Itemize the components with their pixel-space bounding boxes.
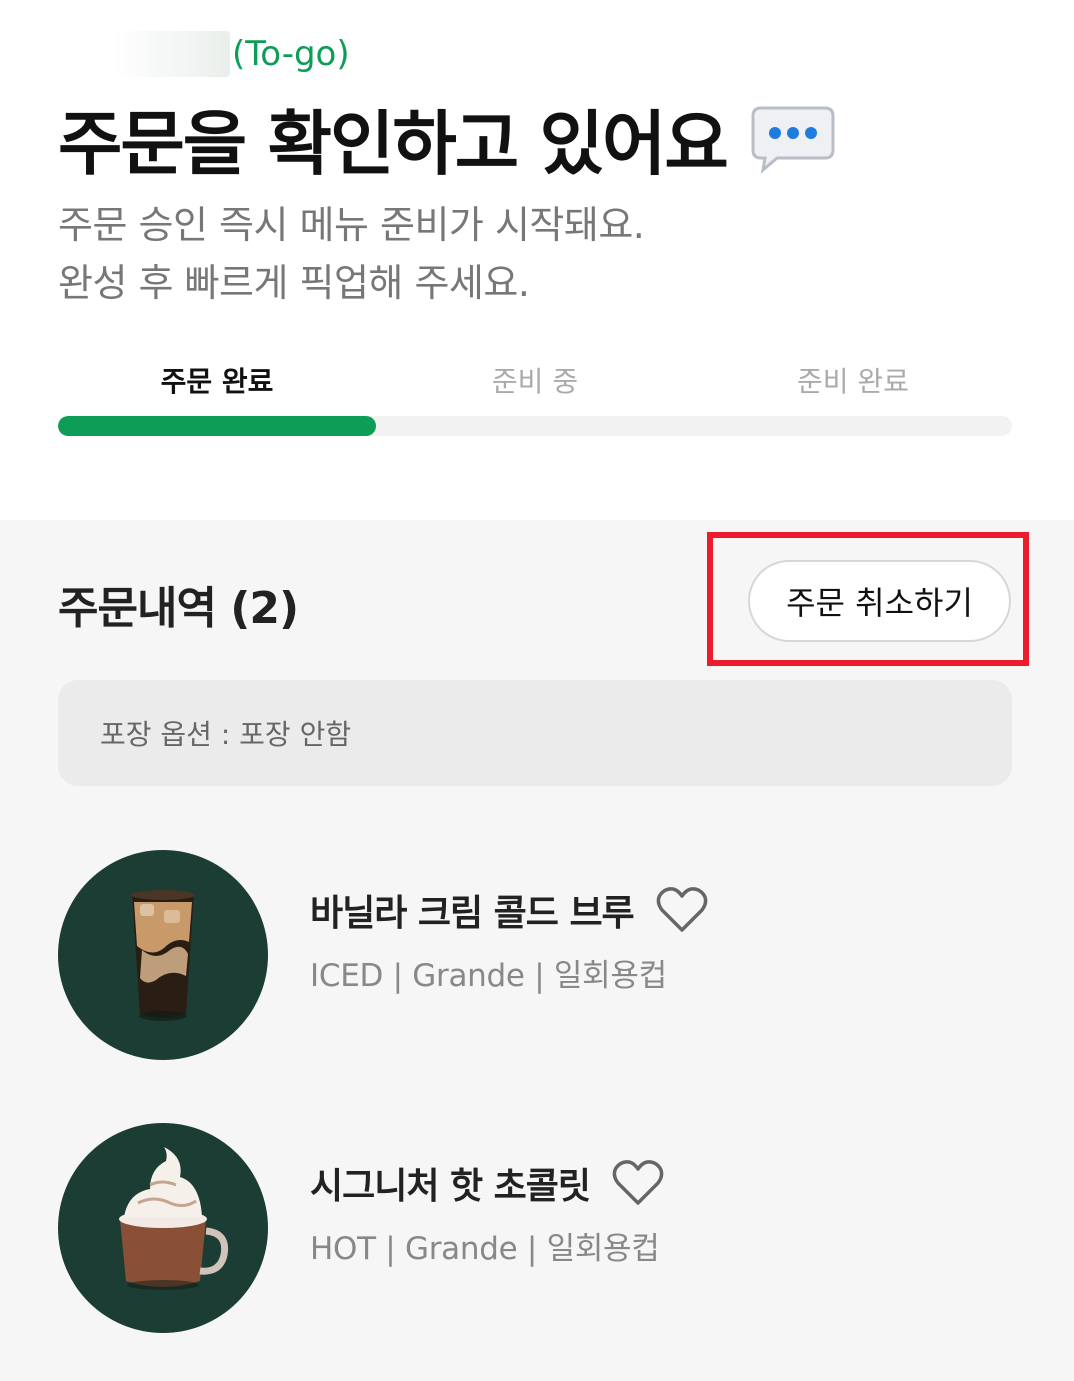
subtitle-line-1: 주문 승인 즉시 메뉴 준비가 시작돼요.	[58, 203, 645, 247]
item-name: 바닐라 크림 콜드 브루	[310, 893, 635, 934]
item-name-row: 시그니처 핫 초콜릿	[310, 1157, 664, 1209]
order-item[interactable]: 시그니처 핫 초콜릿 HOT | Grande | 일회용컵	[58, 1123, 1018, 1335]
order-details-section: 주문내역 (2) 주문 취소하기 포장 옵션 : 포장 안함 바닐라 크림 콜드…	[0, 520, 1074, 1381]
step-ready: 준비 완료	[797, 365, 909, 398]
step-order-complete: 주문 완료	[160, 365, 274, 398]
status-subtitle: 주문 승인 즉시 메뉴 준비가 시작돼요. 완성 후 빠르게 픽업해 주세요.	[58, 196, 645, 312]
order-history-title: 주문내역 (2)	[58, 583, 299, 634]
subtitle-line-2: 완성 후 빠르게 픽업해 주세요.	[58, 261, 530, 305]
packaging-option: 포장 옵션 : 포장 안함	[58, 680, 1012, 786]
page-title: 주문을 확인하고 있어요	[58, 88, 835, 189]
page-title-text: 주문을 확인하고 있어요	[58, 103, 729, 185]
heart-icon[interactable]	[612, 1159, 664, 1207]
speech-bubble-icon	[751, 106, 835, 174]
item-options: HOT | Grande | 일회용컵	[310, 1231, 660, 1267]
cancel-order-button[interactable]: 주문 취소하기	[748, 560, 1011, 642]
item-options: ICED | Grande | 일회용컵	[310, 958, 667, 994]
item-name: 시그니처 핫 초콜릿	[310, 1166, 591, 1207]
store-togo-label: (To-go)	[232, 34, 350, 74]
progress-bar-fill	[58, 416, 376, 436]
item-name-row: 바닐라 크림 콜드 브루	[310, 884, 708, 936]
store-name-redacted	[112, 31, 230, 77]
store-name: (To-go)	[112, 30, 350, 78]
progress-steps: 주문 완료 준비 중 준비 완료	[58, 360, 1012, 410]
hot-chocolate-image	[58, 1123, 268, 1333]
iced-coffee-image	[58, 850, 268, 1060]
heart-icon[interactable]	[656, 886, 708, 934]
order-item[interactable]: 바닐라 크림 콜드 브루 ICED | Grande | 일회용컵	[58, 850, 1018, 1062]
step-preparing: 준비 중	[491, 365, 579, 398]
order-status-section: (To-go) 주문을 확인하고 있어요 주문 승인 즉시 메뉴 준비가 시작돼…	[0, 0, 1074, 520]
progress-bar	[58, 416, 1012, 436]
packaging-option-text: 포장 옵션 : 포장 안함	[100, 718, 352, 751]
